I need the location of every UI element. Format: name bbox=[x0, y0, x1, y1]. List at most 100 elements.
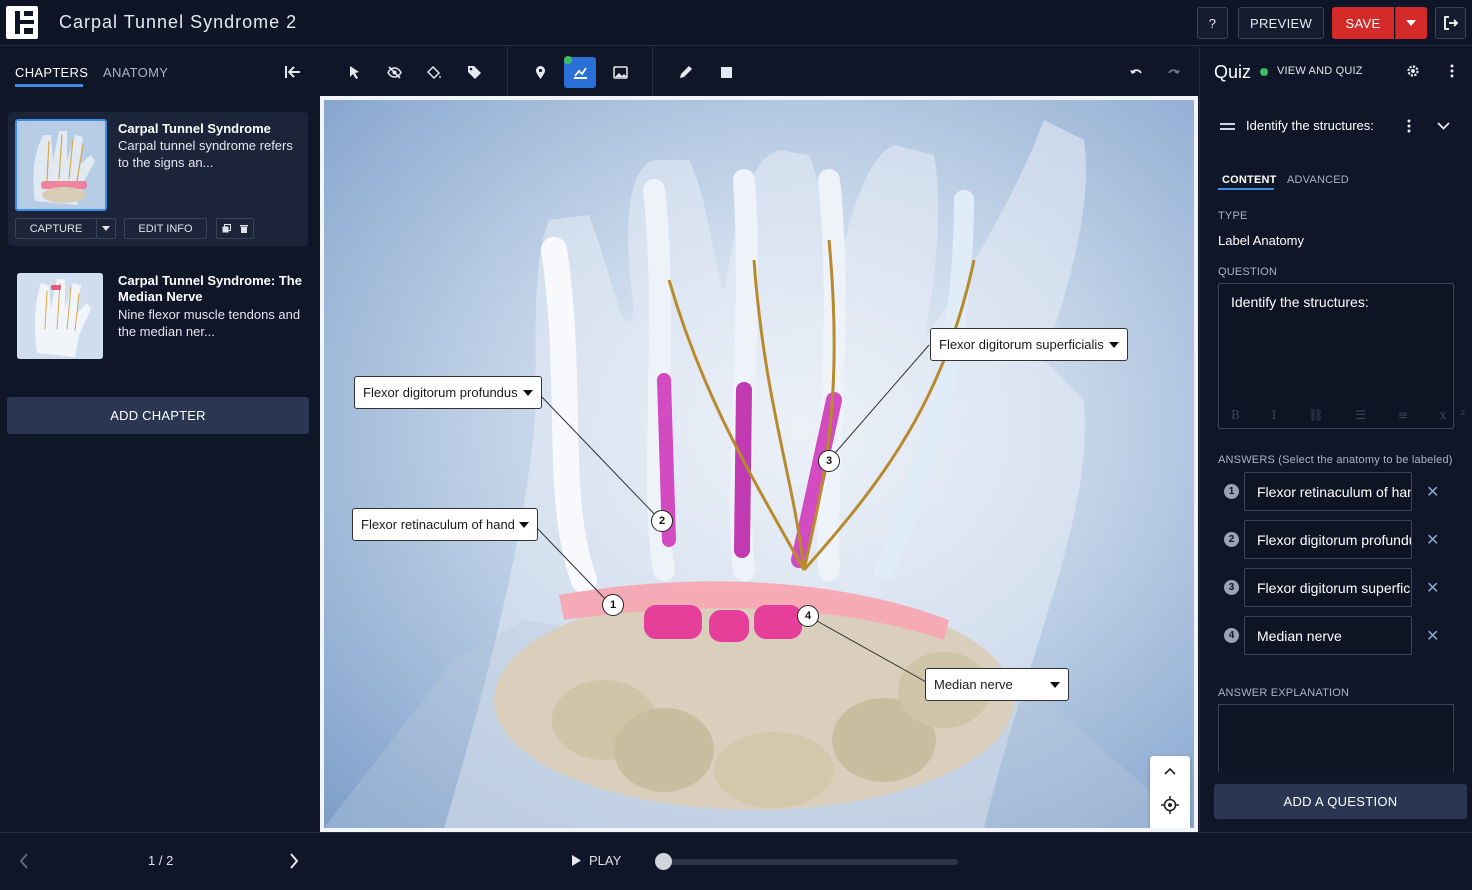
preview-button[interactable]: PREVIEW bbox=[1238, 7, 1324, 39]
anatomy-label-dropdown[interactable]: Flexor digitorum superficialis bbox=[930, 328, 1128, 361]
play-icon bbox=[572, 855, 581, 866]
square-icon bbox=[720, 67, 732, 78]
chevron-left-icon[interactable] bbox=[19, 853, 29, 869]
question-text[interactable]: Identify the structures: bbox=[1231, 294, 1369, 310]
capture-options-button[interactable] bbox=[96, 218, 116, 239]
type-value: Label Anatomy bbox=[1218, 233, 1305, 248]
add-question-button[interactable]: ADD A QUESTION bbox=[1214, 784, 1467, 819]
anatomy-label-dropdown[interactable]: Median nerve bbox=[925, 668, 1069, 701]
undo-icon bbox=[1129, 69, 1142, 74]
label-anatomy-tool[interactable] bbox=[564, 56, 596, 88]
trash-icon[interactable] bbox=[240, 224, 249, 233]
chapter-thumbnail bbox=[15, 119, 107, 211]
anatomy-label-dropdown[interactable]: Flexor retinaculum of hand bbox=[352, 508, 538, 541]
caret-down-icon bbox=[1406, 20, 1416, 26]
anatomy-label-dropdown[interactable]: Flexor digitorum profundus bbox=[354, 376, 542, 409]
play-label: PLAY bbox=[589, 853, 622, 868]
anatomy-label-text: Flexor digitorum superficialis bbox=[939, 337, 1104, 352]
tag-tool[interactable] bbox=[458, 57, 490, 88]
answer-input[interactable]: Flexor digitorum superficialis bbox=[1244, 568, 1412, 607]
tag-icon bbox=[467, 66, 481, 79]
label-marker[interactable]: 3 bbox=[818, 450, 840, 472]
chapter-card[interactable]: Carpal Tunnel Syndrome: The Median Nerve… bbox=[8, 264, 308, 364]
remove-answer-icon[interactable]: ✕ bbox=[1426, 530, 1439, 550]
play-button[interactable]: PLAY bbox=[571, 853, 621, 868]
answer-input[interactable]: Flexor digitorum profundus bbox=[1244, 520, 1412, 559]
remove-answer-icon[interactable]: ✕ bbox=[1426, 626, 1439, 646]
active-dot bbox=[564, 56, 572, 64]
3d-viewport[interactable]: Flexor digitorum profundus Flexor retina… bbox=[320, 96, 1198, 832]
label-marker[interactable]: 2 bbox=[651, 510, 673, 532]
answer-row: 3 Flexor digitorum superficialis ✕ bbox=[1218, 568, 1458, 608]
pencil-icon bbox=[679, 66, 692, 78]
redo-button[interactable] bbox=[1157, 57, 1189, 88]
hide-tool[interactable] bbox=[378, 57, 410, 88]
pin-tool[interactable] bbox=[524, 57, 556, 88]
save-options-button[interactable] bbox=[1395, 7, 1427, 39]
top-bar: Carpal Tunnel Syndrome 2 ? PREVIEW SAVE bbox=[0, 0, 1472, 46]
caret-down-icon bbox=[102, 226, 110, 231]
tab-advanced[interactable]: ADVANCED bbox=[1287, 174, 1349, 186]
format-toolbar[interactable]: B I ⛓ ☰ ≡ x² x₂ bbox=[1231, 408, 1472, 422]
timeline-handle[interactable] bbox=[655, 853, 672, 870]
chapter-title: Carpal Tunnel Syndrome bbox=[118, 121, 271, 136]
hide-icon bbox=[386, 66, 402, 79]
tab-anatomy[interactable]: ANATOMY bbox=[103, 65, 168, 80]
answer-input[interactable]: Median nerve bbox=[1244, 616, 1412, 655]
edit-info-button[interactable]: EDIT INFO bbox=[124, 218, 207, 239]
caret-down-icon bbox=[1109, 342, 1119, 348]
chevron-down-icon[interactable] bbox=[1437, 122, 1450, 130]
answer-row: 2 Flexor digitorum profundus ✕ bbox=[1218, 520, 1458, 560]
exit-icon bbox=[1443, 16, 1458, 30]
gear-icon[interactable] bbox=[1406, 64, 1420, 78]
save-button[interactable]: SAVE bbox=[1332, 7, 1394, 39]
image-tool[interactable] bbox=[604, 57, 636, 88]
quiz-mode-label[interactable]: VIEW AND QUIZ bbox=[1277, 65, 1363, 77]
app-logo[interactable] bbox=[6, 6, 38, 39]
more-vertical-icon[interactable] bbox=[1450, 64, 1454, 78]
question-label: QUESTION bbox=[1218, 266, 1278, 278]
chapters-panel: CHAPTERS ANATOMY Carpal Tunnel Syndrome … bbox=[0, 47, 320, 831]
duplicate-icon[interactable] bbox=[222, 224, 231, 233]
remove-answer-icon[interactable]: ✕ bbox=[1426, 578, 1439, 598]
answer-number: 2 bbox=[1224, 532, 1239, 547]
playback-bar: 1 / 2 PLAY bbox=[0, 832, 1472, 890]
recenter-icon[interactable] bbox=[1161, 796, 1179, 814]
help-button[interactable]: ? bbox=[1197, 7, 1228, 39]
select-tool[interactable] bbox=[338, 57, 370, 88]
page-title[interactable]: Carpal Tunnel Syndrome 2 bbox=[59, 12, 297, 33]
question-editor[interactable]: Identify the structures: B I ⛓ ☰ ≡ x² x₂ bbox=[1218, 283, 1472, 429]
redo-icon bbox=[1167, 69, 1180, 74]
capture-button[interactable]: CAPTURE bbox=[15, 218, 97, 239]
active-tab-underline bbox=[15, 84, 83, 87]
add-chapter-button[interactable]: ADD CHAPTER bbox=[7, 397, 309, 434]
quiz-title: Quiz bbox=[1214, 62, 1252, 82]
question-header[interactable]: Identify the structures: bbox=[1246, 118, 1374, 133]
chapter-card[interactable]: Carpal Tunnel Syndrome Carpal tunnel syn… bbox=[8, 112, 308, 246]
label-marker[interactable]: 1 bbox=[602, 594, 624, 616]
collapse-panel-icon[interactable] bbox=[284, 64, 302, 80]
exit-button[interactable] bbox=[1435, 7, 1466, 39]
chevron-up-icon[interactable] bbox=[1164, 767, 1176, 775]
answer-input[interactable]: Flexor retinaculum of hand bbox=[1244, 472, 1412, 511]
drag-handle-icon[interactable] bbox=[1220, 122, 1235, 132]
square-tool[interactable] bbox=[710, 57, 742, 88]
answer-number: 4 bbox=[1224, 628, 1239, 643]
undo-button[interactable] bbox=[1120, 57, 1152, 88]
chevron-right-icon[interactable] bbox=[289, 853, 299, 869]
image-icon bbox=[612, 66, 628, 79]
tab-content[interactable]: CONTENT bbox=[1222, 174, 1277, 186]
label-marker[interactable]: 4 bbox=[797, 605, 819, 627]
more-vertical-icon[interactable] bbox=[1407, 119, 1411, 133]
paint-tool[interactable] bbox=[418, 57, 450, 88]
chapter-thumbnail bbox=[17, 273, 103, 359]
timeline-track[interactable] bbox=[662, 859, 958, 865]
toolbar bbox=[321, 47, 1198, 96]
answer-explanation-label: ANSWER EXPLANATION bbox=[1218, 687, 1350, 699]
tab-chapters[interactable]: CHAPTERS bbox=[15, 65, 88, 80]
answer-explanation-input[interactable] bbox=[1218, 704, 1454, 772]
remove-answer-icon[interactable]: ✕ bbox=[1426, 482, 1439, 502]
pencil-tool[interactable] bbox=[669, 57, 701, 88]
caret-down-icon bbox=[523, 390, 533, 396]
hand-anatomy-model[interactable] bbox=[324, 100, 1194, 828]
